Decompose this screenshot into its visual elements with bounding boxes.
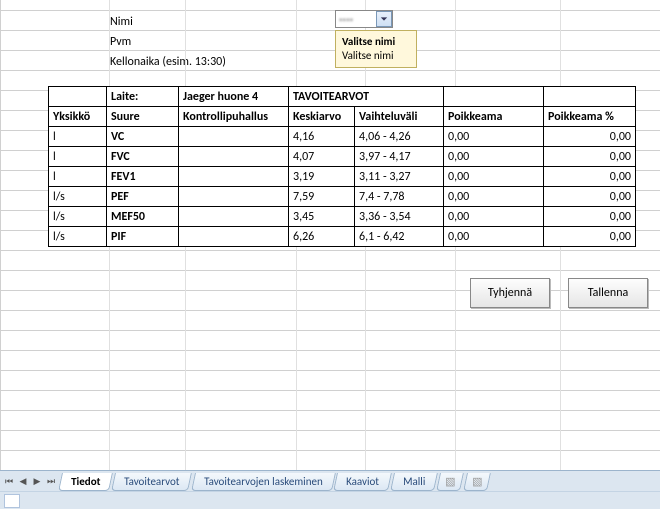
cell-poikkeama-pct[interactable]: 0,00 bbox=[544, 147, 636, 167]
cell-suure[interactable]: VC bbox=[107, 127, 179, 147]
table-row: lFVC4,073,97 - 4,170,000,00 bbox=[49, 147, 636, 167]
cell-keskiarvo[interactable]: 4,07 bbox=[289, 147, 355, 167]
cell-kontrollipuhallus[interactable] bbox=[179, 147, 289, 167]
cell-yksikko[interactable]: l bbox=[49, 167, 107, 187]
status-icon bbox=[4, 494, 20, 508]
col-suure: Suure bbox=[107, 107, 179, 127]
worksheet: Nimi Pvm 5.10 Kellonaika (esim. 13:30) ▪… bbox=[0, 0, 660, 470]
tab-nav-last-icon[interactable]: ⏭ bbox=[44, 473, 58, 489]
tab-kaaviot[interactable]: Kaaviot bbox=[333, 473, 392, 491]
hdr-tavoitearvot: TAVOITEARVOT bbox=[289, 87, 444, 107]
col-keskiarvo: Keskiarvo bbox=[289, 107, 355, 127]
cell-yksikko[interactable]: l/s bbox=[49, 207, 107, 227]
nimi-dropdown-value: ▪▪▪▪ bbox=[336, 13, 376, 26]
cell-vaihteluvali[interactable]: 3,97 - 4,17 bbox=[355, 147, 444, 167]
tab-tavoitearvojen-laskeminen[interactable]: Tavoitearvojen laskeminen bbox=[191, 473, 335, 491]
status-bar bbox=[0, 491, 660, 509]
cell-kontrollipuhallus[interactable] bbox=[179, 227, 289, 247]
tab-nav-next-icon[interactable]: ▶ bbox=[30, 473, 44, 489]
nimi-label: Nimi bbox=[110, 15, 296, 29]
tooltip-body: Valitse nimi bbox=[342, 49, 410, 63]
save-button[interactable]: Tallenna bbox=[568, 278, 648, 308]
col-poikkeama-pct: Poikkeama % bbox=[544, 107, 636, 127]
cell-suure[interactable]: PIF bbox=[107, 227, 179, 247]
button-row: Tyhjennä Tallenna bbox=[470, 278, 648, 308]
col-kontrollipuhallus: Kontrollipuhallus bbox=[179, 107, 289, 127]
col-vaihteluvali: Vaihteluväli bbox=[355, 107, 444, 127]
cell-poikkeama[interactable]: 0,00 bbox=[444, 127, 544, 147]
cell-poikkeama[interactable]: 0,00 bbox=[444, 207, 544, 227]
cell-keskiarvo[interactable]: 6,26 bbox=[289, 227, 355, 247]
cell-poikkeama[interactable]: 0,00 bbox=[444, 167, 544, 187]
cell-suure[interactable]: FVC bbox=[107, 147, 179, 167]
cell-yksikko[interactable]: l/s bbox=[49, 187, 107, 207]
cell-vaihteluvali[interactable]: 4,06 - 4,26 bbox=[355, 127, 444, 147]
tooltip: Valitse nimi Valitse nimi bbox=[335, 30, 417, 68]
tab-tiedot[interactable]: Tiedot bbox=[58, 473, 113, 491]
cell-yksikko[interactable]: l bbox=[49, 147, 107, 167]
cell-poikkeama-pct[interactable]: 0,00 bbox=[544, 127, 636, 147]
cell-keskiarvo[interactable]: 7,59 bbox=[289, 187, 355, 207]
cell-kontrollipuhallus[interactable] bbox=[179, 187, 289, 207]
cell-poikkeama[interactable]: 0,00 bbox=[444, 227, 544, 247]
sheet-tab-bar: ⏮ ◀ ▶ ⏭ Tiedot Tavoitearvot Tavoitearvoj… bbox=[0, 470, 660, 509]
cell-vaihteluvali[interactable]: 6,1 - 6,42 bbox=[355, 227, 444, 247]
hdr-laite: Laite: bbox=[107, 87, 179, 107]
cell-suure[interactable]: MEF50 bbox=[107, 207, 179, 227]
dropdown-arrow-button[interactable] bbox=[376, 11, 392, 27]
col-poikkeama: Poikkeama bbox=[444, 107, 544, 127]
pvm-label: Pvm bbox=[110, 35, 296, 49]
cell-poikkeama-pct[interactable]: 0,00 bbox=[544, 227, 636, 247]
cell-poikkeama-pct[interactable]: 0,00 bbox=[544, 207, 636, 227]
cell-vaihteluvali[interactable]: 7,4 - 7,78 bbox=[355, 187, 444, 207]
col-yksikko: Yksikkö bbox=[49, 107, 107, 127]
table-row: l/sMEF503,453,36 - 3,540,000,00 bbox=[49, 207, 636, 227]
cell-keskiarvo[interactable]: 3,45 bbox=[289, 207, 355, 227]
cell-keskiarvo[interactable]: 4,16 bbox=[289, 127, 355, 147]
cell-poikkeama-pct[interactable]: 0,00 bbox=[544, 187, 636, 207]
cell-suure[interactable]: PEF bbox=[107, 187, 179, 207]
cell-vaihteluvali[interactable]: 3,36 - 3,54 bbox=[355, 207, 444, 227]
tab-nav-arrows[interactable]: ⏮ ◀ ▶ ⏭ bbox=[0, 473, 60, 489]
cell-yksikko[interactable]: l/s bbox=[49, 227, 107, 247]
clear-button[interactable]: Tyhjennä bbox=[470, 278, 550, 308]
cell-poikkeama-pct[interactable]: 0,00 bbox=[544, 167, 636, 187]
tab-malli[interactable]: Malli bbox=[390, 473, 438, 491]
tab-extra-1[interactable]: ▧ bbox=[437, 473, 465, 491]
hdr-blank3 bbox=[544, 87, 636, 107]
tab-nav-prev-icon[interactable]: ◀ bbox=[16, 473, 30, 489]
cell-poikkeama[interactable]: 0,00 bbox=[444, 187, 544, 207]
table-row: l/sPIF6,266,1 - 6,420,000,00 bbox=[49, 227, 636, 247]
cell-kontrollipuhallus[interactable] bbox=[179, 127, 289, 147]
table-row: lFEV13,193,11 - 3,270,000,00 bbox=[49, 167, 636, 187]
table-row: l/sPEF7,597,4 - 7,780,000,00 bbox=[49, 187, 636, 207]
hdr-blank1 bbox=[49, 87, 107, 107]
form-area: Nimi Pvm 5.10 Kellonaika (esim. 13:30) bbox=[0, 0, 660, 72]
cell-suure[interactable]: FEV1 bbox=[107, 167, 179, 187]
data-table: Laite: Jaeger huone 4 TAVOITEARVOT Yksik… bbox=[48, 86, 636, 247]
tooltip-title: Valitse nimi bbox=[342, 35, 410, 49]
nimi-dropdown[interactable]: ▪▪▪▪ bbox=[335, 10, 393, 28]
hdr-blank2 bbox=[444, 87, 544, 107]
table-row: lVC4,164,06 - 4,260,000,00 bbox=[49, 127, 636, 147]
chevron-down-icon bbox=[380, 15, 388, 23]
cell-poikkeama[interactable]: 0,00 bbox=[444, 147, 544, 167]
tab-nav-first-icon[interactable]: ⏮ bbox=[2, 473, 16, 489]
hdr-laite-name: Jaeger huone 4 bbox=[179, 87, 289, 107]
tab-extra-2[interactable]: ▧ bbox=[463, 473, 491, 491]
cell-kontrollipuhallus[interactable] bbox=[179, 207, 289, 227]
tab-tavoitearvot[interactable]: Tavoitearvot bbox=[111, 473, 192, 491]
kellonaika-label: Kellonaika (esim. 13:30) bbox=[110, 55, 370, 69]
cell-kontrollipuhallus[interactable] bbox=[179, 167, 289, 187]
cell-yksikko[interactable]: l bbox=[49, 127, 107, 147]
cell-vaihteluvali[interactable]: 3,11 - 3,27 bbox=[355, 167, 444, 187]
cell-keskiarvo[interactable]: 3,19 bbox=[289, 167, 355, 187]
